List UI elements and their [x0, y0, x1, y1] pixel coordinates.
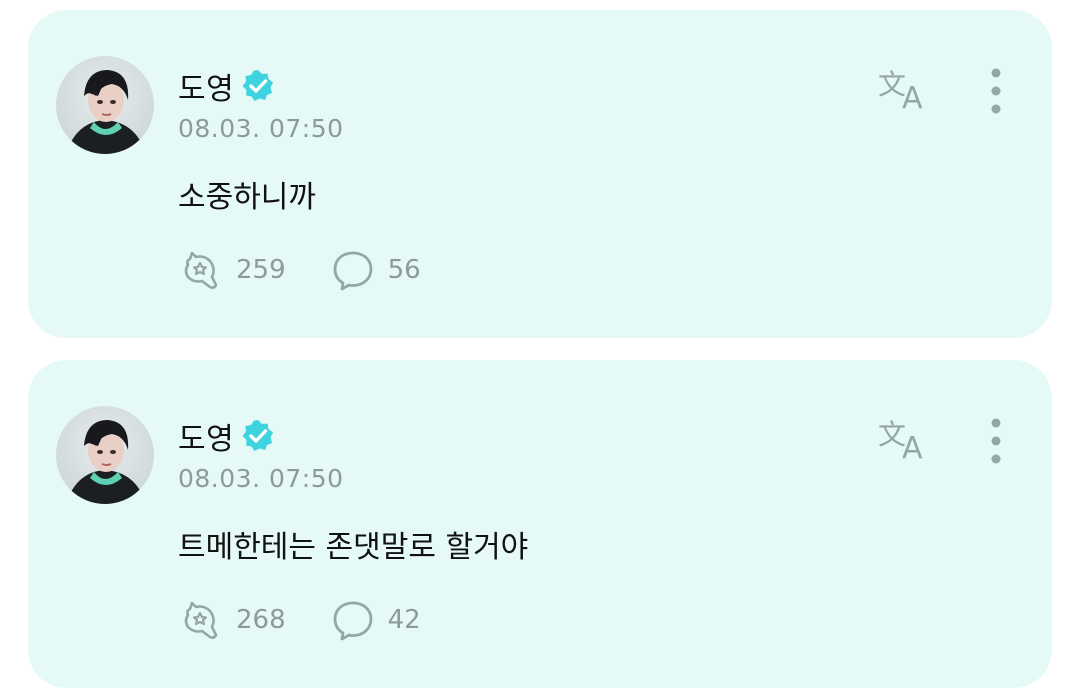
- post-text: 트메한테는 존댓말로 할거야: [178, 530, 529, 565]
- reaction-icon: [184, 601, 218, 639]
- author-row: 도영: [178, 64, 276, 108]
- reaction-count: 259: [236, 255, 286, 285]
- translate-icon[interactable]: 文 A: [876, 416, 932, 462]
- author-name[interactable]: 도영: [178, 64, 234, 108]
- avatar[interactable]: [56, 406, 154, 504]
- avatar[interactable]: [56, 56, 154, 154]
- more-vertical-icon[interactable]: [986, 416, 1006, 466]
- comment-button[interactable]: 56: [330, 247, 421, 293]
- reaction-button[interactable]: 268: [178, 597, 286, 643]
- more-vertical-icon[interactable]: [986, 66, 1006, 116]
- post-timestamp: 08.03. 07:50: [178, 114, 344, 143]
- translate-icon[interactable]: 文 A: [876, 66, 932, 112]
- svg-text:A: A: [902, 431, 923, 462]
- reaction-icon: [184, 251, 218, 289]
- comment-count: 56: [387, 255, 421, 285]
- reaction-count: 268: [236, 605, 286, 635]
- post-actions: 268 42: [178, 598, 465, 642]
- avatar-image: [56, 56, 154, 154]
- comment-count: 42: [387, 605, 421, 635]
- reaction-button[interactable]: 259: [178, 247, 286, 293]
- post-actions: 259 56: [178, 248, 465, 292]
- post-card[interactable]: 도영 08.03. 07:50 소중하니까 259 56 文 A: [28, 10, 1052, 338]
- avatar-image: [56, 406, 154, 504]
- post-card[interactable]: 도영 08.03. 07:50 트메한테는 존댓말로 할거야 268 42 文 …: [28, 360, 1052, 688]
- author-row: 도영: [178, 414, 276, 458]
- post-text: 소중하니까: [178, 180, 316, 215]
- author-name[interactable]: 도영: [178, 414, 234, 458]
- svg-text:A: A: [902, 81, 923, 112]
- comment-button[interactable]: 42: [330, 597, 421, 643]
- comment-icon: [333, 251, 373, 291]
- post-timestamp: 08.03. 07:50: [178, 464, 344, 493]
- verified-badge-icon: [242, 420, 274, 451]
- verified-badge-icon: [242, 70, 274, 101]
- comment-icon: [333, 601, 373, 641]
